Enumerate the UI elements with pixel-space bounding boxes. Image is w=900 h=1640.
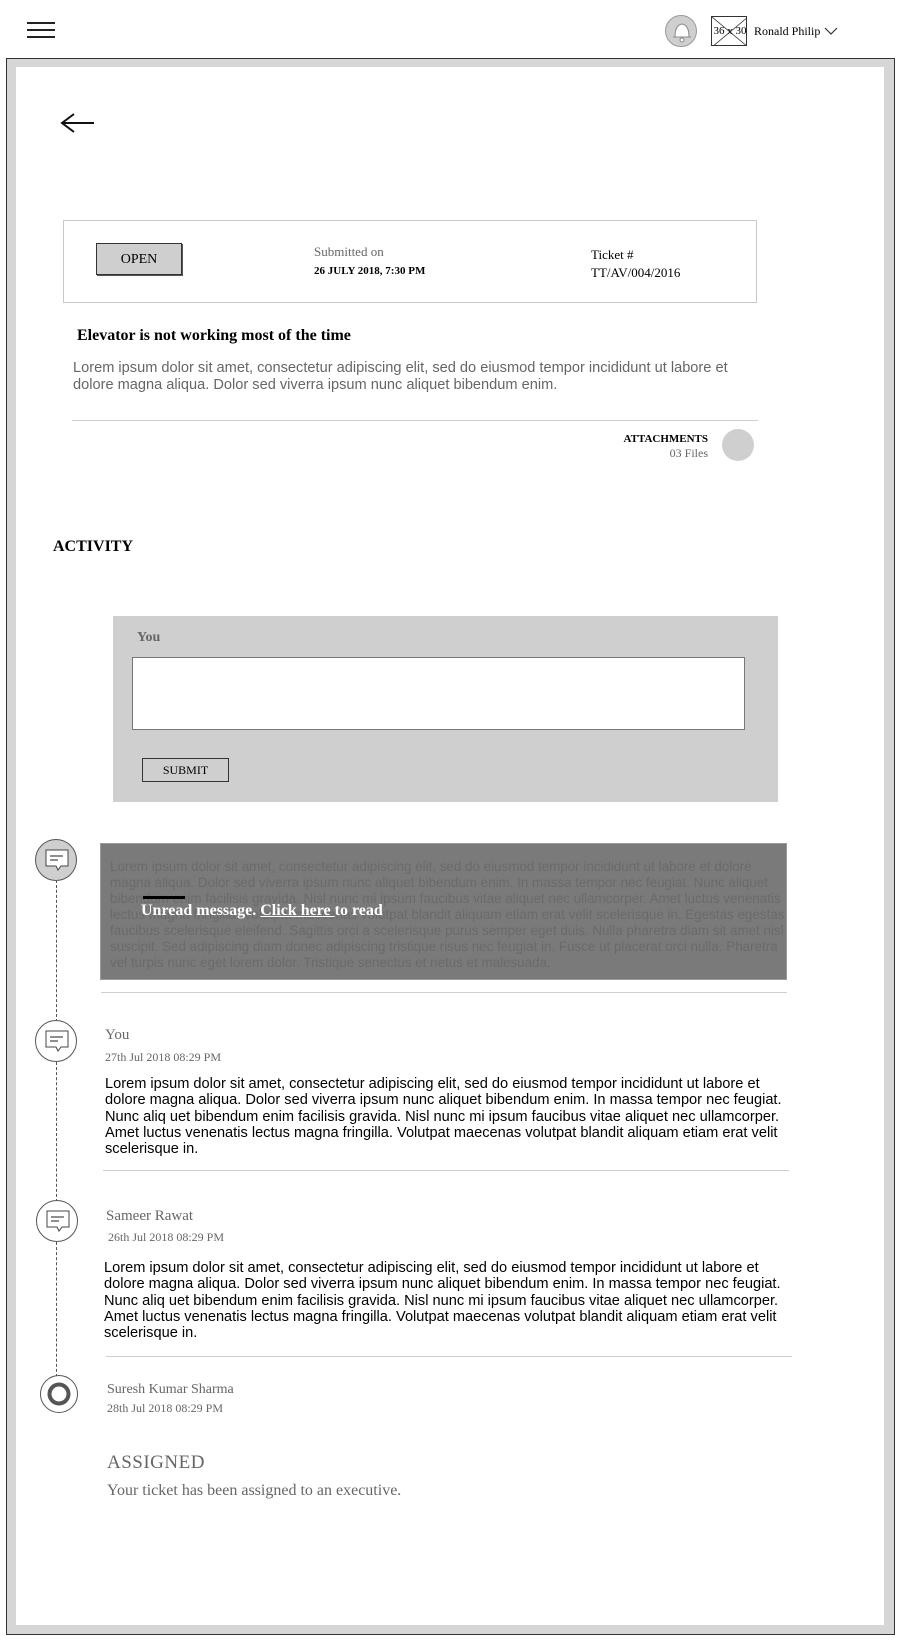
top-bar: 36 x 30 Ronald Philip: [6, 5, 895, 59]
comment-icon: [46, 1210, 70, 1232]
timeline-node-status: [40, 1375, 78, 1413]
submit-button[interactable]: SUBMIT: [142, 758, 229, 782]
comment-body: Lorem ipsum dolor sit amet, consectetur …: [105, 1076, 782, 1158]
ticket-number-label: Ticket #: [591, 247, 634, 262]
avatar-placeholder-label: 36 x 30: [713, 25, 747, 37]
hamburger-icon[interactable]: [27, 22, 55, 42]
timeline-connector: [56, 1062, 57, 1202]
back-arrow-icon[interactable]: [60, 113, 96, 133]
status-ring-icon: [47, 1382, 71, 1406]
ticket-summary-card: OPEN Submitted on 26 JULY 2018, 7:30 PM …: [63, 220, 757, 303]
divider: [106, 1356, 792, 1357]
unread-message-prefix: Unread message.: [141, 902, 261, 919]
activity-heading: ACTIVITY: [53, 538, 134, 555]
chevron-down-icon[interactable]: [824, 26, 838, 36]
timeline-node-comment: [36, 1200, 78, 1242]
attachment-icon[interactable]: [722, 429, 754, 461]
submitted-label: Submitted on: [314, 244, 384, 259]
reply-author: You: [137, 630, 161, 645]
timeline-connector: [56, 880, 57, 1022]
read-message-link[interactable]: Click here: [260, 902, 334, 919]
assignment-message: Your ticket has been assigned to an exec…: [107, 1482, 402, 1499]
assignment-status: ASSIGNED: [107, 1452, 205, 1473]
comment-author: Sameer Rawat: [106, 1208, 194, 1224]
attachments-count: 03 Files: [669, 446, 708, 460]
status-badge[interactable]: OPEN: [96, 243, 182, 275]
comment-timestamp: 27th Jul 2018 08:29 PM: [105, 1050, 222, 1064]
reply-input[interactable]: [132, 657, 745, 730]
comment-body: Lorem ipsum dolor sit amet, consectetur …: [104, 1260, 781, 1342]
timeline-connector: [56, 1242, 57, 1377]
divider: [143, 896, 185, 899]
comment-timestamp: 26th Jul 2018 08:29 PM: [108, 1230, 225, 1244]
avatar[interactable]: 36 x 30: [711, 16, 747, 46]
timeline-node-comment: [35, 1020, 77, 1062]
unread-message-notice: Unread message. Click here to read: [141, 902, 383, 920]
assignment-timestamp: 28th Jul 2018 08:29 PM: [107, 1401, 224, 1415]
bell-icon: [673, 23, 691, 43]
comment-author: You: [105, 1027, 130, 1043]
ticket-description: Lorem ipsum dolor sit amet, consectetur …: [73, 360, 728, 393]
comment-icon: [45, 849, 69, 871]
ticket-title: Elevator is not working most of the time: [77, 327, 351, 344]
assignment-author: Suresh Kumar Sharma: [107, 1382, 234, 1397]
comment-icon: [45, 1030, 69, 1052]
divider: [72, 420, 758, 421]
submitted-date: 26 JULY 2018, 7:30 PM: [314, 265, 426, 277]
user-name[interactable]: Ronald Philip: [754, 24, 820, 39]
timeline-node-unread: [35, 839, 77, 881]
unread-message-suffix: to read: [334, 902, 383, 919]
unread-message-card[interactable]: Lorem ipsum dolor sit amet, consectetur …: [100, 843, 787, 980]
divider: [103, 1170, 789, 1171]
ticket-number: TT/AV/004/2016: [591, 265, 681, 280]
attachments-label[interactable]: ATTACHMENTS: [580, 433, 708, 445]
reply-panel: You SUBMIT: [113, 616, 778, 802]
notification-button[interactable]: [665, 15, 697, 47]
divider: [101, 992, 787, 993]
